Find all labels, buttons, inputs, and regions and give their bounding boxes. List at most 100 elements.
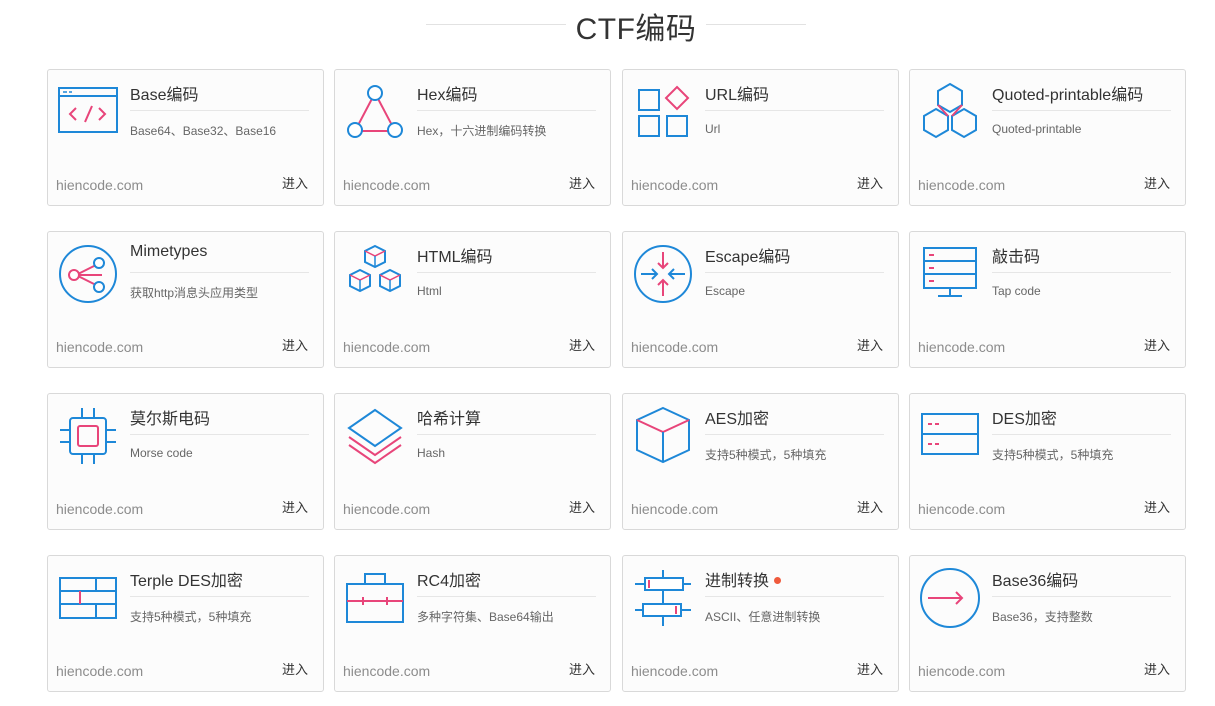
cube-icon	[631, 404, 695, 468]
server-monitor-icon	[918, 242, 982, 306]
page-title: CTF编码	[575, 13, 697, 46]
enter-link[interactable]: 进入	[1144, 497, 1170, 516]
card-title-text: Mimetypes	[130, 243, 208, 260]
card-site-label: hiencode.com	[631, 501, 719, 517]
enter-link[interactable]: 进入	[1144, 659, 1170, 678]
card-divider	[705, 596, 884, 597]
tool-card[interactable]: Escape编码 Escape hiencode.com 进入	[622, 231, 899, 368]
tool-card[interactable]: 敲击码 Tap code hiencode.com 进入	[909, 231, 1186, 368]
card-description: 获取http消息头应用类型	[130, 286, 259, 300]
card-divider	[992, 272, 1171, 273]
code-window-icon	[56, 80, 120, 144]
enter-link[interactable]: 进入	[857, 659, 883, 678]
enter-link[interactable]: 进入	[282, 173, 308, 192]
card-description: Escape	[705, 284, 746, 298]
tool-card[interactable]: AES加密支持5种模式，5种填充 hiencode.com 进入	[622, 393, 899, 530]
enter-link[interactable]: 进入	[569, 659, 595, 678]
card-title: Base编码	[130, 81, 198, 105]
enter-link[interactable]: 进入	[857, 173, 883, 192]
header-divider-right	[706, 24, 806, 25]
section-header: CTF编码	[0, 0, 1215, 56]
card-site-label: hiencode.com	[343, 177, 431, 193]
card-title-text: URL编码	[705, 87, 770, 104]
enter-link[interactable]: 进入	[857, 497, 883, 516]
sliders-icon	[631, 566, 695, 630]
card-divider	[705, 434, 884, 435]
card-description: 多种字符集、Base64输出	[417, 610, 554, 624]
card-divider	[417, 110, 596, 111]
card-description: Html	[417, 284, 442, 298]
enter-link[interactable]: 进入	[569, 173, 595, 192]
share-icon	[56, 242, 120, 306]
card-divider	[417, 596, 596, 597]
tool-card[interactable]: DES加密 支持5种模式，5种填充 hiencode.com 进入	[909, 393, 1186, 530]
card-title: DES加密	[992, 405, 1057, 429]
card-site-label: hiencode.com	[343, 339, 431, 355]
card-title: 莫尔斯电码	[130, 405, 210, 429]
card-site-label: hiencode.com	[56, 663, 144, 679]
card-description: Tap code	[992, 284, 1041, 298]
card-title: AES加密	[705, 405, 769, 429]
tool-card[interactable]: Quoted-printable编码 Quoted-printable hienco…	[909, 69, 1186, 206]
enter-link[interactable]: 进入	[282, 335, 308, 354]
card-title-text: Base编码	[130, 87, 199, 104]
briefcase-icon	[343, 566, 407, 630]
card-title-text: RC4加密	[417, 573, 482, 590]
card-title-text: Escape编码	[705, 249, 791, 266]
card-title: 进制转换	[705, 567, 782, 591]
tool-card[interactable]: 莫尔斯电码 Morse code hiencode.com 进入	[47, 393, 324, 530]
card-description: Url	[705, 122, 721, 136]
tool-card[interactable]: Base36编码 Base36，支持整数 hiencode.com 进入	[909, 555, 1186, 692]
enter-link[interactable]: 进入	[282, 659, 308, 678]
tool-card[interactable]: HTML编码 Html hiencode.com 进入	[334, 231, 611, 368]
card-title: 哈希计算	[417, 405, 481, 429]
card-site-label: hiencode.com	[631, 663, 719, 679]
card-title: Terple DES加密	[130, 567, 243, 591]
card-title-text: Terple DES加密	[130, 573, 243, 590]
enter-link[interactable]: 进入	[1144, 173, 1170, 192]
tool-card[interactable]: Hex编码 Hex，十六进制编码转换 hiencode.com 进入	[334, 69, 611, 206]
tool-card[interactable]: Base编码 Base64、Base32、Base16 hiencode.com 进入	[47, 69, 324, 206]
triangle-nodes-icon	[343, 80, 407, 144]
tool-card[interactable]: Terple DES加密 支持5种模式，5种填充 hiencode.com 进入	[47, 555, 324, 692]
hexagons-icon	[918, 80, 982, 144]
card-description: 支持5种模式，5种填充	[705, 448, 827, 462]
circle-arrow-icon	[918, 566, 982, 630]
card-title: Mimetypes	[130, 243, 207, 261]
card-divider	[417, 434, 596, 435]
tool-card[interactable]: 进制转换 ASCII、任意进制转换 hiencode.com 进入	[622, 555, 899, 692]
card-divider	[417, 272, 596, 273]
card-site-label: hiencode.com	[918, 501, 1006, 517]
card-divider	[130, 110, 309, 111]
card-title: RC4加密	[417, 567, 481, 591]
panel-icon	[918, 404, 982, 468]
enter-link[interactable]: 进入	[857, 335, 883, 354]
card-title-text: AES加密	[705, 411, 770, 428]
card-divider	[992, 596, 1171, 597]
enter-link[interactable]: 进入	[569, 335, 595, 354]
card-title: Quoted-printable编码	[992, 81, 1143, 105]
enter-link[interactable]: 进入	[282, 497, 308, 516]
card-site-label: hiencode.com	[343, 663, 431, 679]
card-description: Base36，支持整数	[992, 610, 1093, 624]
blocks-diamond-icon	[631, 80, 695, 144]
enter-link[interactable]: 进入	[1144, 335, 1170, 354]
tool-card[interactable]: RC4加密多种字符集、Base64输出 hiencode.com 进入	[334, 555, 611, 692]
card-site-label: hiencode.com	[343, 501, 431, 517]
brick-wall-icon	[56, 566, 120, 630]
card-title: Escape编码	[705, 243, 790, 267]
card-title: Hex编码	[417, 81, 477, 105]
card-site-label: hiencode.com	[56, 339, 144, 355]
card-title-text: 莫尔斯电码	[130, 411, 211, 428]
card-title: Base36编码	[992, 567, 1078, 591]
tool-card[interactable]: URL编码 Url hiencode.com 进入	[622, 69, 899, 206]
tool-card[interactable]: Mimetypes 获取http消息头应用类型 hiencode.com 进入	[47, 231, 324, 368]
tool-card[interactable]: 哈希计算 Hash hiencode.com 进入	[334, 393, 611, 530]
enter-link[interactable]: 进入	[569, 497, 595, 516]
card-site-label: hiencode.com	[918, 339, 1006, 355]
card-description: Morse code	[130, 446, 193, 460]
card-divider	[130, 272, 309, 273]
card-description: Quoted-printable	[992, 122, 1082, 136]
card-title: URL编码	[705, 81, 769, 105]
card-title: 敲击码	[992, 243, 1040, 267]
